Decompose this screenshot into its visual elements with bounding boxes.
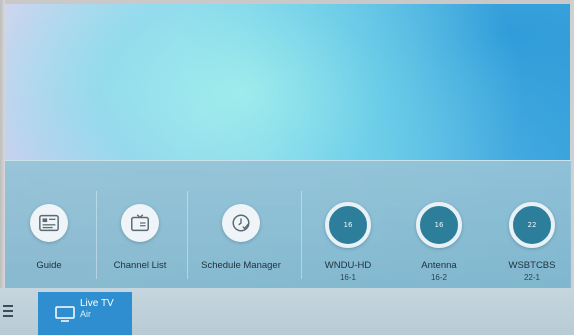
menu-item-schedule-manager[interactable]: Schedule Manager: [197, 161, 285, 289]
live-tv-title: Live TV: [80, 298, 114, 309]
channel-list-icon: [121, 204, 159, 242]
channel-name: WNDU-HD: [324, 260, 372, 271]
channel-number: 22-1: [523, 273, 540, 282]
channel-item-wndu-hd[interactable]: 16 WNDU-HD 16-1: [317, 161, 379, 289]
menu-divider: [187, 191, 188, 279]
menu-divider: [96, 191, 97, 279]
channel-name: Antenna: [421, 260, 457, 271]
live-tv-tile[interactable]: Live TV Air: [38, 292, 132, 335]
channel-item-wsbtcbs[interactable]: 22 WSBTCBS 22-1: [501, 161, 563, 289]
channel-number-badge: 16: [416, 202, 462, 248]
menu-divider: [301, 191, 302, 279]
guide-label: Guide: [36, 260, 62, 271]
channel-number-badge: 22: [509, 202, 555, 248]
menu-item-guide[interactable]: Guide: [21, 161, 77, 289]
channel-number: 16-1: [339, 273, 356, 282]
channel-list-label: Channel List: [113, 260, 167, 271]
clock-icon: [222, 204, 260, 242]
channel-name: WSBTCBS: [508, 260, 556, 271]
live-tv-source: Air: [80, 309, 91, 319]
tv-bezel-top: [0, 0, 574, 4]
tv-icon: [55, 305, 75, 322]
schedule-manager-label: Schedule Manager: [201, 260, 281, 271]
channel-number-badge: 16: [325, 202, 371, 248]
channel-number: 16-2: [430, 273, 447, 282]
live-tv-menu-panel: Guide Channel List Schedule Manager 16 W…: [5, 160, 571, 289]
channel-item-antenna[interactable]: 16 Antenna 16-2: [411, 161, 467, 289]
hamburger-icon[interactable]: [3, 305, 13, 317]
guide-icon: [30, 204, 68, 242]
menu-item-channel-list[interactable]: Channel List: [108, 161, 172, 289]
